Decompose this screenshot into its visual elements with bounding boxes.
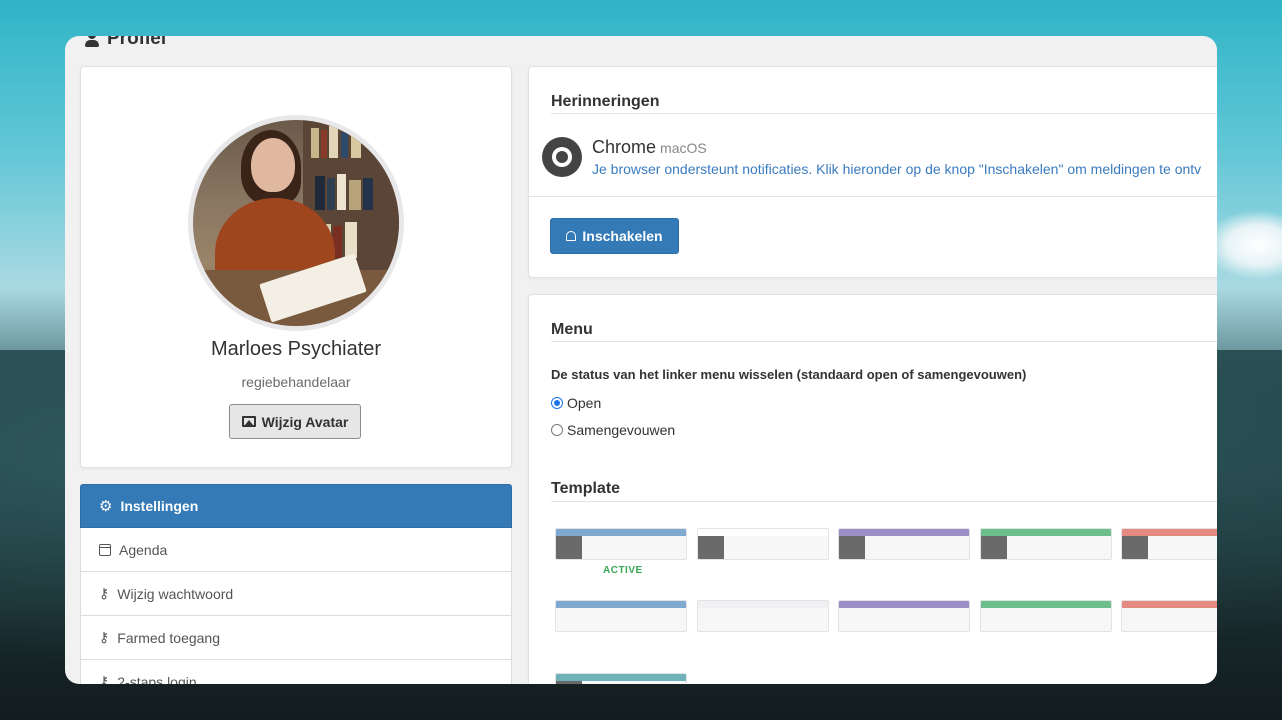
menu-section-title: Menu [551,321,593,338]
active-template-label: ACTIVE [603,565,643,576]
app-window: Profiel Marloes Psychiater regiebehandel… [65,36,1217,684]
browser-name: Chrome macOS [592,137,707,158]
divider [551,341,1217,342]
divider [551,113,1217,114]
key-icon: ⚷ [99,629,110,645]
change-avatar-button[interactable]: Wijzig Avatar [229,404,361,439]
avatar [193,120,399,326]
browser-label: Chrome [592,137,657,157]
sidebar-item-2-staps-login[interactable]: ⚷ 2-staps login [80,660,512,684]
sidebar-item-label: Instellingen [120,498,199,514]
radio-button[interactable] [551,397,563,409]
sidebar-item-wijzig-wachtwoord[interactable]: ⚷ Wijzig wachtwoord [80,572,512,616]
template-option[interactable] [697,600,829,632]
template-option[interactable] [838,600,970,632]
calendar-icon [99,543,111,556]
profile-name: Marloes Psychiater [210,338,382,360]
template-option[interactable] [555,600,687,632]
radio-open[interactable]: Open [551,395,601,411]
radio-label: Samengevouwen [567,422,676,438]
key-icon: ⚷ [99,585,110,601]
sidebar-item-label: Agenda [119,541,168,558]
chrome-icon [542,137,582,177]
browser-os: macOS [660,140,707,156]
sidebar-item-label: 2-staps login [117,673,197,685]
template-option[interactable] [697,528,829,560]
template-section-title: Template [551,480,621,497]
sidebar-item-label: Wijzig wachtwoord [117,585,234,602]
sidebar-item-label: Farmed toegang [117,629,220,646]
sidebar-item-instellingen[interactable]: ⚙ Instellingen [80,484,512,528]
sidebar-item-agenda[interactable]: Agenda [80,528,512,572]
template-option[interactable] [980,600,1112,632]
divider [529,196,1217,197]
template-option[interactable] [838,528,970,560]
page-title: Profiel [85,36,166,50]
lock-icon: ⚷ [99,673,110,684]
menu-description: De status van het linker menu wisselen (… [551,367,1027,382]
template-option[interactable] [555,673,687,684]
template-option[interactable] [980,528,1112,560]
menu-settings-card: Menu De status van het linker menu wisse… [528,294,1217,684]
reminders-card: Herinneringen Chrome macOS Je browser ond… [528,66,1217,278]
profile-role: regiebehandelaar [241,374,351,390]
radio-label: Open [567,395,602,411]
reminders-title: Herinneringen [551,93,660,110]
radio-button[interactable] [551,424,563,436]
settings-menu: ⚙ Instellingen Agenda ⚷ Wijzig wachtwoor… [80,484,512,684]
notification-message: Je browser ondersteunt notificaties. Kli… [592,161,1202,177]
bell-icon [566,231,577,241]
avatar-frame [188,115,404,331]
page-title-text: Profiel [107,36,167,49]
template-option[interactable] [1121,600,1217,632]
gears-icon: ⚙ [99,498,113,515]
divider [551,501,1217,502]
enable-label: Inschakelen [582,228,663,244]
profile-card: Marloes Psychiater regiebehandelaar Wijz… [80,66,512,468]
image-icon [241,416,256,427]
template-option[interactable] [555,528,687,560]
radio-samengevouwen[interactable]: Samengevouwen [551,422,675,438]
change-avatar-label: Wijzig Avatar [261,413,349,430]
user-icon [85,36,99,47]
sidebar-item-farmed-toegang[interactable]: ⚷ Farmed toegang [80,616,512,660]
enable-notifications-button[interactable]: Inschakelen [550,218,679,254]
template-option[interactable] [1121,528,1217,560]
